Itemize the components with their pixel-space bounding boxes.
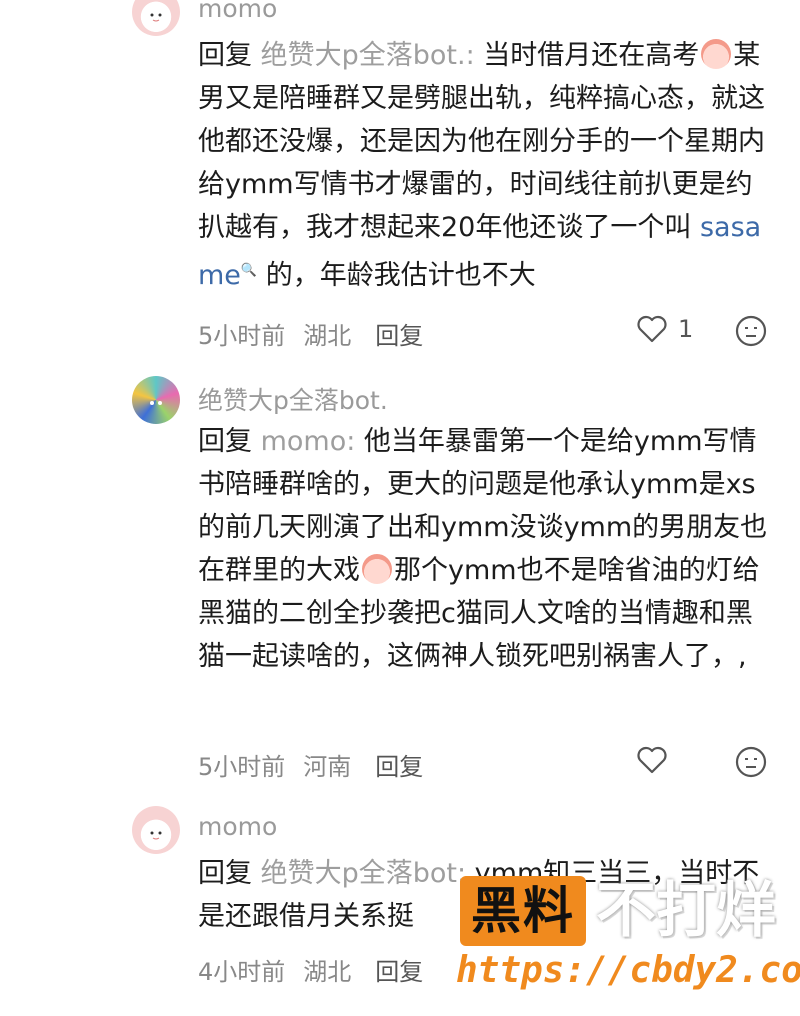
- emoji-face-icon: [735, 746, 767, 778]
- like-button[interactable]: 1: [636, 314, 693, 344]
- watermark-text: 不打烊: [596, 876, 776, 946]
- like-button[interactable]: [636, 745, 668, 775]
- comment-text-part: 的，年龄我估计也不大: [265, 260, 536, 291]
- comment-time: 5小时前: [198, 753, 286, 781]
- reply-to-user[interactable]: 绝赞大p全落bot: [261, 858, 457, 889]
- comment-time: 4小时前: [198, 958, 286, 986]
- comment-location: 河南: [303, 753, 352, 781]
- watermark-url: https://cbdy2.com: [456, 950, 800, 991]
- reply-button[interactable]: 回复: [375, 753, 423, 781]
- pink-bunny-avatar-icon: [150, 831, 162, 840]
- reply-colon: :: [346, 426, 356, 457]
- reply-label: 回复: [198, 858, 252, 889]
- comment-username[interactable]: momo: [198, 0, 277, 23]
- like-count: 1: [678, 315, 694, 343]
- heart-icon: [637, 315, 667, 343]
- comment-meta: 5小时前 湖北 回复: [198, 316, 441, 351]
- comment-time: 5小时前: [198, 322, 286, 350]
- watermark: 黑料 不打烊 https://cbdy2.com: [456, 858, 800, 1008]
- reply-label: 回复: [198, 40, 252, 71]
- crying-face-emoji-icon: [701, 39, 732, 69]
- avatar[interactable]: [132, 0, 180, 36]
- comment-username[interactable]: 绝赞大p全落bot.: [198, 381, 388, 417]
- avatar[interactable]: [132, 806, 180, 854]
- crying-face-emoji-icon: [362, 554, 392, 584]
- comment-location: 湖北: [303, 958, 352, 986]
- comment-text: 回复 momo: 他当年暴雷第一个是给ymm写情书陪睡群啥的，更大的问题是他承认…: [198, 420, 773, 678]
- comment-text: 回复 绝赞大p全落bot.: 当时借月还在高考 某男又是陪睡群又是劈腿出轨，纯粹搞…: [198, 34, 773, 297]
- comment-meta: 5小时前 河南 回复: [198, 747, 441, 782]
- comment-text-part: 当时借月还在高考: [474, 40, 700, 71]
- emoji-face-icon: [735, 315, 767, 347]
- pink-bunny-avatar-icon: [150, 13, 162, 22]
- comment-username[interactable]: momo: [198, 812, 277, 841]
- reply-button[interactable]: 回复: [375, 958, 423, 986]
- reply-colon: :: [465, 40, 475, 71]
- reply-to-user[interactable]: momo: [261, 426, 347, 457]
- reaction-button[interactable]: [734, 745, 768, 783]
- watermark-badge: 黑料: [460, 876, 586, 946]
- comment-meta: 4小时前 湖北 回复: [198, 952, 441, 987]
- comment-location: 湖北: [303, 322, 352, 350]
- reply-to-user[interactable]: 绝赞大p全落bot.: [261, 40, 466, 71]
- reply-button[interactable]: 回复: [375, 322, 423, 350]
- colorful-avatar-icon: [150, 401, 162, 405]
- heart-icon: [637, 746, 667, 774]
- reaction-button[interactable]: [734, 314, 768, 352]
- avatar[interactable]: [132, 376, 180, 424]
- reply-label: 回复: [198, 426, 252, 457]
- search-icon: 🔍: [240, 263, 258, 278]
